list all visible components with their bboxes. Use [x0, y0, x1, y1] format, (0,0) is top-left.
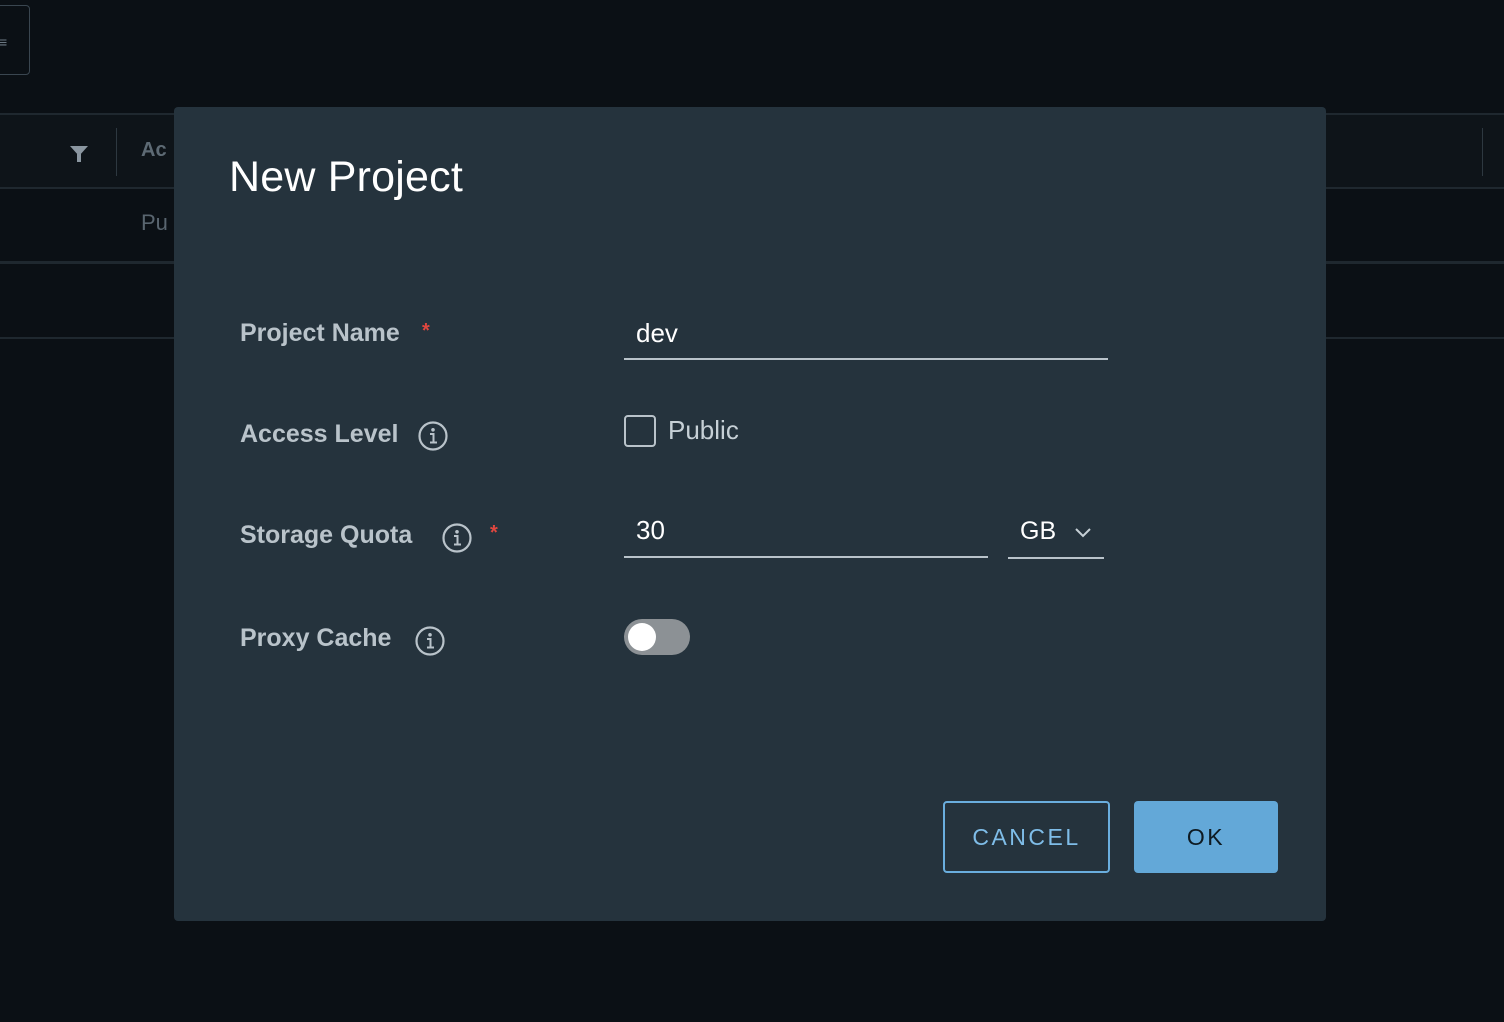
background-button-icon: ≡ [0, 34, 8, 50]
toggle-knob [628, 623, 656, 651]
proxy-cache-label: Proxy Cache [240, 624, 392, 652]
chevron-down-icon [1075, 528, 1091, 538]
dialog-title: New Project [229, 153, 463, 201]
required-marker: * [422, 320, 430, 342]
public-checkbox-label[interactable]: Public [668, 415, 739, 446]
proxy-cache-toggle[interactable] [624, 619, 690, 655]
background-column-separator [1482, 128, 1483, 176]
background-column-header: Ac [141, 139, 167, 161]
filter-icon [70, 146, 88, 162]
project-name-row: Project Name * [240, 317, 1260, 379]
background-cell: Pu [141, 210, 168, 235]
info-icon[interactable] [415, 626, 445, 656]
storage-unit-select[interactable]: GB [1008, 513, 1104, 559]
ok-button[interactable]: OK [1134, 801, 1278, 873]
storage-quota-input[interactable] [624, 513, 988, 558]
background-toolbar-button: ≡ [0, 5, 30, 75]
storage-unit-value: GB [1020, 517, 1057, 545]
proxy-cache-row: Proxy Cache [240, 619, 1260, 684]
access-level-row: Access Level Public [240, 415, 1260, 478]
project-name-label: Project Name [240, 319, 400, 347]
new-project-dialog: New Project Project Name * Access Level … [174, 107, 1326, 921]
storage-quota-label: Storage Quota [240, 521, 413, 549]
storage-quota-row: Storage Quota * GB [240, 513, 1260, 581]
info-icon[interactable] [442, 523, 472, 553]
background-column-separator [116, 128, 117, 176]
access-level-label: Access Level [240, 420, 399, 448]
required-marker: * [490, 522, 498, 544]
cancel-button[interactable]: CANCEL [943, 801, 1110, 873]
project-name-input[interactable] [624, 317, 1108, 360]
info-icon[interactable] [418, 421, 448, 451]
public-checkbox[interactable] [624, 415, 656, 447]
